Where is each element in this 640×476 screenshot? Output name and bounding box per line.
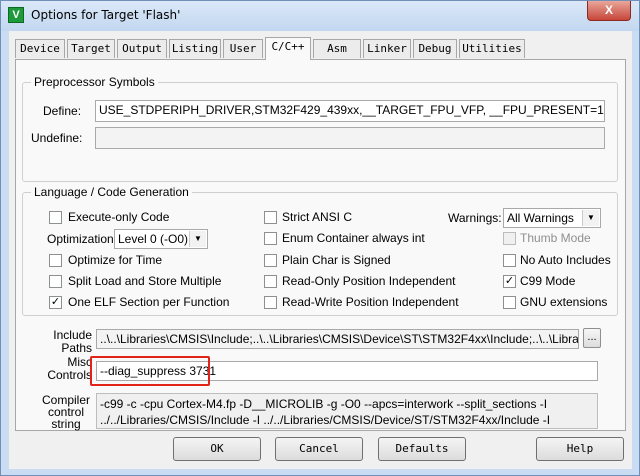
one-elf-checkbox[interactable]: ✓	[49, 296, 62, 309]
warnings-select[interactable]: All Warnings ▼	[503, 208, 601, 228]
no-auto-includes-label: No Auto Includes	[520, 253, 611, 267]
c99-mode-label: C99 Mode	[520, 274, 576, 288]
options-dialog: V Options for Target 'Flash' X Device Ta…	[0, 0, 640, 476]
compiler-control-label-line3: string	[51, 417, 81, 431]
include-paths-label: Include Paths	[46, 329, 92, 355]
misc-controls-label: Misc Controls	[46, 356, 92, 382]
language-group-title: Language / Code Generation	[31, 185, 192, 199]
strict-ansi-label: Strict ANSI C	[282, 210, 353, 224]
execute-only-checkbox[interactable]	[49, 211, 62, 224]
strict-ansi-checkbox[interactable]	[264, 211, 277, 224]
title-bar: V Options for Target 'Flash' X	[1, 1, 639, 31]
optimize-time-checkbox[interactable]	[49, 254, 62, 267]
plain-char-checkbox[interactable]	[264, 254, 277, 267]
include-paths-label-line2: Paths	[61, 341, 92, 355]
tab-listing[interactable]: Listing	[169, 39, 221, 58]
tab-asm[interactable]: Asm	[313, 39, 361, 58]
rwpi-label: Read-Write Position Independent	[282, 295, 459, 309]
gnu-extensions-checkbox[interactable]	[503, 296, 516, 309]
gnu-extensions-label: GNU extensions	[520, 295, 608, 309]
define-label: Define:	[43, 104, 82, 118]
enum-container-label: Enum Container always int	[282, 231, 425, 245]
ropi-label: Read-Only Position Independent	[282, 274, 456, 288]
chevron-down-icon: ▼	[189, 231, 206, 247]
optimization-select[interactable]: Level 0 (-O0) ▼	[114, 229, 208, 249]
cancel-button[interactable]: Cancel	[275, 437, 363, 461]
thumb-mode-label: Thumb Mode	[520, 231, 591, 245]
execute-only-label: Execute-only Code	[68, 210, 170, 224]
include-paths-browse-button[interactable]: ...	[583, 328, 601, 348]
warnings-value: All Warnings	[507, 211, 574, 225]
defaults-button[interactable]: Defaults	[378, 437, 466, 461]
help-button[interactable]: Help	[536, 437, 624, 461]
misc-controls-label-line2: Controls	[47, 368, 92, 382]
ok-button[interactable]: OK	[173, 437, 261, 461]
c-cpp-panel: Preprocessor Symbols Define: USE_STDPERI…	[15, 59, 626, 431]
undefine-input[interactable]	[95, 127, 605, 149]
one-elf-label: One ELF Section per Function	[68, 295, 230, 309]
optimization-label: Optimization:	[47, 232, 118, 246]
tab-linker[interactable]: Linker	[363, 39, 411, 58]
split-load-checkbox[interactable]	[49, 275, 62, 288]
tab-device[interactable]: Device	[15, 39, 65, 58]
no-auto-includes-checkbox[interactable]	[503, 254, 516, 267]
window-title: Options for Target 'Flash'	[31, 8, 181, 22]
ropi-checkbox[interactable]	[264, 275, 277, 288]
warnings-label: Warnings:	[448, 211, 502, 225]
define-input[interactable]: USE_STDPERIPH_DRIVER,STM32F429_439xx,__T…	[95, 100, 605, 122]
include-paths-input[interactable]: ..\..\Libraries\CMSIS\Include;..\..\Libr…	[96, 329, 579, 349]
compiler-control-label: Compiler control string	[40, 394, 92, 430]
thumb-mode-checkbox	[503, 232, 516, 245]
close-button[interactable]: X	[587, 1, 631, 21]
tab-debug[interactable]: Debug	[413, 39, 457, 58]
chevron-down-icon: ▼	[582, 210, 599, 226]
compiler-control-string: -c99 -c -cpu Cortex-M4.fp -D__MICROLIB -…	[96, 393, 598, 429]
undefine-label: Undefine:	[31, 131, 83, 145]
compiler-control-line2: ../../Libraries/CMSIS/Include -I ../../L…	[100, 413, 551, 427]
dialog-client: Device Target Output Listing User C/C++ …	[9, 31, 632, 469]
highlight-box	[90, 356, 210, 386]
tab-user[interactable]: User	[223, 39, 263, 58]
preprocessor-group: Preprocessor Symbols Define: USE_STDPERI…	[22, 75, 618, 182]
c99-mode-checkbox[interactable]: ✓	[503, 275, 516, 288]
language-group: Language / Code Generation Execute-only …	[22, 185, 618, 316]
rwpi-checkbox[interactable]	[264, 296, 277, 309]
preprocessor-group-title: Preprocessor Symbols	[31, 75, 158, 89]
optimization-value: Level 0 (-O0)	[118, 232, 189, 246]
tab-output[interactable]: Output	[117, 39, 167, 58]
split-load-label: Split Load and Store Multiple	[68, 274, 222, 288]
keil-app-icon: V	[8, 7, 24, 23]
optimize-time-label: Optimize for Time	[68, 253, 163, 267]
tab-utilities[interactable]: Utilities	[459, 39, 525, 58]
tab-target[interactable]: Target	[67, 39, 115, 58]
plain-char-label: Plain Char is Signed	[282, 253, 391, 267]
enum-container-checkbox[interactable]	[264, 232, 277, 245]
tab-c-cpp[interactable]: C/C++	[265, 37, 311, 60]
compiler-control-line1: -c99 -c -cpu Cortex-M4.fp -D__MICROLIB -…	[100, 397, 548, 411]
